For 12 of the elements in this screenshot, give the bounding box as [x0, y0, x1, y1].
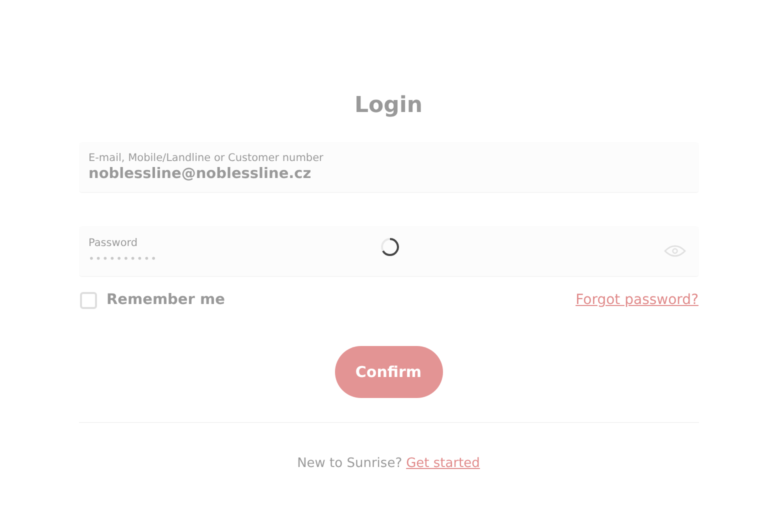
login-title: Login: [353, 93, 424, 118]
field-value: noblessline@noblessline.cz: [88, 166, 312, 182]
confirm-button[interactable]: Confirm: [334, 346, 442, 398]
field-value: ••••••••••: [88, 254, 158, 265]
field-label: E-mail, Mobile/Landline or Customer number: [88, 152, 324, 164]
forgot-password-link[interactable]: Forgot password?: [576, 292, 698, 308]
get-started-link[interactable]: Get started: [406, 456, 480, 471]
footer-text: New to Sunrise?: [297, 456, 402, 471]
eye-icon[interactable]: [662, 243, 686, 259]
checkbox[interactable]: [80, 292, 96, 308]
field-label: Password: [88, 237, 139, 249]
checkbox-label: Remember me: [106, 292, 225, 308]
